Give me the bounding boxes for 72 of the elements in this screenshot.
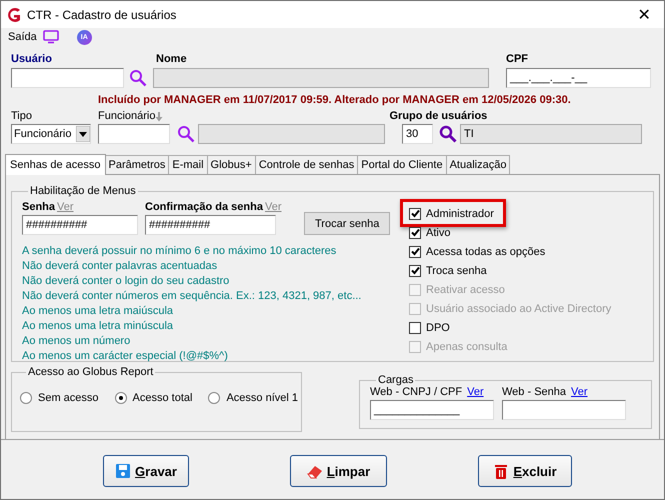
field-label: Tipo xyxy=(11,110,33,122)
show-link[interactable]: Ver xyxy=(467,386,484,398)
trash-icon xyxy=(493,463,510,479)
checkbox-label: DPO xyxy=(426,322,450,334)
password-rule: Ao menos uma letra maiúscula xyxy=(22,304,174,319)
field-label: Web - CNPJ / CPF xyxy=(370,386,462,398)
password-rule: A senha deverá possuir no mínimo 6 e no máximo 10 caracteres xyxy=(22,244,338,259)
tab[interactable]: Senhas de acesso xyxy=(5,154,106,175)
radio-button[interactable] xyxy=(114,392,127,404)
group-title: Acesso ao Globus Report xyxy=(27,366,154,378)
show-link[interactable]: Ver xyxy=(571,386,588,398)
input-field[interactable] xyxy=(11,68,124,88)
caret-icon xyxy=(76,126,90,142)
checkbox-label: Usuário associado ao Active Directory xyxy=(426,302,612,314)
checkbox[interactable] xyxy=(409,264,421,276)
radio-button[interactable] xyxy=(20,392,32,404)
group-title: Habilitação de Menus xyxy=(29,185,137,197)
dropdown[interactable]: Funcionário xyxy=(11,124,91,144)
menu-item[interactable]: Saída xyxy=(8,31,37,43)
checkbox-label: Administrador xyxy=(426,208,494,220)
search-icon xyxy=(439,125,457,143)
action-button[interactable]: Limpar xyxy=(290,455,387,487)
action-button[interactable]: Excluir xyxy=(478,455,572,487)
close-button[interactable]: ✕ xyxy=(624,4,664,24)
down-arrow-icon xyxy=(155,112,164,122)
field-label: Nome xyxy=(156,53,188,65)
audit-message: Incluído por MANAGER em 11/07/2017 09:59. Alterado por MANAGER em 12/05/2026 09:30. xyxy=(98,94,572,108)
group-title: Cargas xyxy=(377,374,414,386)
checkbox-label: Reativar acesso xyxy=(426,284,505,296)
change-password-button[interactable]: Trocar senha xyxy=(304,212,390,235)
checkbox-label: Acessa todas as opções xyxy=(426,246,546,258)
input-field[interactable]: ___.___.___-__ xyxy=(506,68,651,88)
checkbox-label: Troca senha xyxy=(426,264,487,276)
password-rule: Não deverá conter palavras acentuadas xyxy=(22,259,218,274)
eraser-icon xyxy=(306,463,323,479)
password-rule: Ao menos um carácter especial (!@#$%^) xyxy=(22,349,229,364)
input-field[interactable] xyxy=(153,68,489,88)
tab[interactable]: Atualização xyxy=(446,155,510,174)
password-rule: Não deverá conter números em sequência. Ex.: 123, 4321, 987, etc... xyxy=(22,289,362,304)
radio-button[interactable] xyxy=(208,392,220,404)
field-label: CPF xyxy=(506,53,529,65)
radio-label: Sem acesso xyxy=(38,392,99,404)
field-label: Usuário xyxy=(11,53,53,65)
checkbox[interactable] xyxy=(409,208,421,220)
password-rule: Não deverá conter o login do seu cadastro xyxy=(22,274,230,289)
password-field[interactable]: ########## xyxy=(22,215,138,235)
checkbox-label: Ativo xyxy=(426,226,450,238)
password-rule: Ao menos um número xyxy=(22,334,132,349)
action-button[interactable]: Gravar xyxy=(103,455,189,487)
checkbox[interactable] xyxy=(409,246,421,258)
radio-label: Acesso nível 1 xyxy=(226,392,298,404)
field-label: Senha xyxy=(22,201,56,213)
field-label: Confirmação da senha xyxy=(145,201,263,213)
input-field[interactable] xyxy=(502,400,626,420)
field-label: Grupo de usuários xyxy=(389,110,488,122)
checkbox[interactable] xyxy=(409,226,421,238)
checkbox-label: Apenas consulta xyxy=(426,340,508,352)
input-field: TI xyxy=(460,124,642,144)
password-rule: Ao menos uma letra minúscula xyxy=(22,319,174,334)
input-field[interactable]: ______________ xyxy=(370,400,494,420)
search-icon xyxy=(129,69,147,87)
checkbox[interactable] xyxy=(409,322,421,334)
field-label: Funcionário xyxy=(98,110,156,122)
password-field[interactable]: ########## xyxy=(145,215,276,235)
window-title: CTR - Cadastro de usuários xyxy=(27,8,178,22)
logo-icon xyxy=(7,6,21,22)
field-label: Web - Senha xyxy=(502,386,566,398)
radio-label: Acesso total xyxy=(132,392,192,404)
search-icon xyxy=(177,125,195,143)
monitor-icon xyxy=(42,30,59,44)
input-field[interactable]: 30 xyxy=(402,124,433,144)
input-field[interactable] xyxy=(98,124,170,144)
